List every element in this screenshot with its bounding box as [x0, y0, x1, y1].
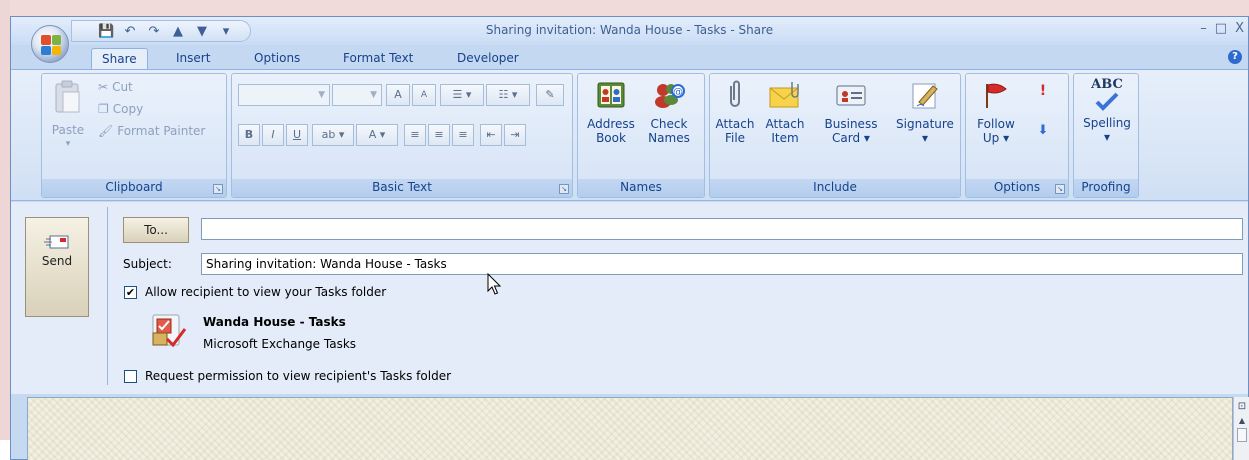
font-size-combo[interactable]: ▼ [332, 84, 382, 106]
group-clipboard: Paste ▾ ✂ Cut ❐ Copy 🖌 Format Painter Cl… [41, 73, 227, 198]
spelling-button[interactable]: ABC Spelling ▾ [1078, 78, 1136, 145]
copy-button[interactable]: ❐ Copy [98, 102, 143, 116]
ribbon: Paste ▾ ✂ Cut ❐ Copy 🖌 Format Painter Cl… [11, 69, 1248, 201]
allow-view-checkbox[interactable]: ✔ [124, 286, 137, 299]
bold-button[interactable]: B [238, 124, 260, 146]
request-permission-checkbox[interactable] [124, 370, 137, 383]
align-left-icon[interactable]: ≡ [404, 124, 426, 146]
group-label-include: Include [710, 179, 960, 197]
flag-icon [986, 83, 1007, 108]
highlight-button[interactable]: ab ▾ [312, 124, 354, 146]
align-center-icon[interactable]: ≡ [428, 124, 450, 146]
address-book-icon [597, 82, 625, 108]
request-permission-label: Request permission to view recipient's T… [145, 369, 452, 383]
font-name-combo[interactable]: ▼ [238, 84, 330, 106]
subject-field[interactable]: Sharing invitation: Wanda House - Tasks [201, 253, 1243, 275]
office-button[interactable] [31, 25, 69, 63]
paste-icon [55, 80, 80, 113]
outlook-share-window: 💾 ↶ ↷ ▲ ▼ ▾ Sharing invitation: Wanda Ho… [10, 16, 1249, 460]
tab-share[interactable]: Share [91, 48, 148, 69]
basic-text-dialog-launcher-icon[interactable]: ↘ [559, 184, 569, 194]
body-scrollbar[interactable]: ⊡ ▲ [1233, 397, 1249, 460]
envelope-icon [769, 82, 799, 108]
scissors-icon: ✂ [98, 80, 109, 94]
mouse-pointer-icon [487, 273, 502, 295]
paste-button[interactable]: Paste ▾ [48, 80, 88, 151]
ribbon-tabs: Share Insert Options Format Text Develop… [11, 45, 1248, 69]
header-separator [107, 207, 108, 385]
help-icon[interactable]: ? [1228, 50, 1242, 64]
send-button[interactable]: Send [25, 217, 89, 317]
tab-options[interactable]: Options [254, 48, 300, 69]
clipboard-dialog-launcher-icon[interactable]: ↘ [213, 184, 223, 194]
group-options: Follow Up ▾ ! ⬇ Options ↘ [965, 73, 1069, 198]
align-right-icon[interactable]: ≡ [452, 124, 474, 146]
shared-folder-type: Microsoft Exchange Tasks [203, 337, 357, 351]
cut-button[interactable]: ✂ Cut [98, 80, 133, 94]
font-color-button[interactable]: A ▾ [356, 124, 398, 146]
low-importance-icon[interactable]: ⬇ [1032, 124, 1054, 138]
check-names-icon: @ [655, 84, 685, 108]
group-label-clipboard: Clipboard [42, 179, 226, 197]
business-card-icon [836, 85, 866, 106]
group-label-options: Options [966, 179, 1068, 197]
minimize-button[interactable]: – [1200, 21, 1207, 36]
ruler-toggle-icon[interactable]: ⊡ [1234, 401, 1249, 412]
decrease-indent-icon[interactable]: ⇤ [480, 124, 502, 146]
paperclip-icon [730, 80, 740, 107]
close-button[interactable]: X [1235, 21, 1244, 36]
copy-icon: ❐ [98, 102, 109, 116]
signature-button[interactable]: Signature ▾ [892, 80, 958, 145]
subject-label: Subject: [123, 257, 172, 271]
tab-developer[interactable]: Developer [457, 48, 519, 69]
desktop-background-left [0, 0, 10, 440]
message-body[interactable] [27, 397, 1233, 460]
to-field[interactable] [201, 218, 1243, 240]
group-label-basic-text: Basic Text [232, 179, 572, 197]
bullets-button[interactable]: ☰ ▾ [440, 84, 484, 106]
shrink-font-button[interactable]: A [412, 84, 436, 106]
address-book-button[interactable]: Address Book [584, 80, 638, 145]
grow-font-button[interactable]: A [386, 84, 410, 106]
check-names-button[interactable]: @ Check Names [642, 80, 696, 145]
office-logo-icon [41, 35, 61, 55]
group-label-proofing: Proofing [1074, 179, 1138, 197]
allow-view-label: Allow recipient to view your Tasks folde… [145, 285, 387, 299]
group-proofing: ABC Spelling ▾ Proofing [1073, 73, 1139, 198]
brush-icon: 🖌 [98, 124, 114, 138]
group-names: Address Book @ Check Names Names [577, 73, 705, 198]
tab-format-text[interactable]: Format Text [343, 48, 413, 69]
scroll-up-icon[interactable]: ▲ [1234, 416, 1249, 425]
underline-button[interactable]: U [286, 124, 308, 146]
window-title: Sharing invitation: Wanda House - Tasks … [485, 23, 774, 37]
window-controls: – □ X [1200, 21, 1244, 36]
options-dialog-launcher-icon[interactable]: ↘ [1055, 184, 1065, 194]
attach-file-button[interactable]: Attach File [712, 80, 758, 145]
follow-up-button[interactable]: Follow Up ▾ [970, 80, 1022, 145]
shared-folder-name: Wanda House - Tasks [203, 315, 346, 329]
styles-icon[interactable]: ✎ [536, 84, 564, 106]
send-envelope-icon [44, 235, 69, 249]
signature-icon [912, 83, 938, 109]
spelling-check-icon: ABC [1087, 78, 1127, 112]
restore-button[interactable]: □ [1215, 21, 1227, 36]
scroll-thumb[interactable] [1237, 428, 1247, 442]
italic-button[interactable]: I [262, 124, 284, 146]
group-include: Attach File Attach Item Business Card ▾ … [709, 73, 961, 198]
increase-indent-icon[interactable]: ⇥ [504, 124, 526, 146]
tasks-folder-icon [152, 314, 187, 348]
title-bar: 💾 ↶ ↷ ▲ ▼ ▾ Sharing invitation: Wanda Ho… [11, 17, 1248, 45]
to-button[interactable]: To... [123, 217, 189, 243]
attach-item-button[interactable]: Attach Item [762, 80, 808, 145]
high-importance-icon[interactable]: ! [1032, 84, 1054, 98]
format-painter-button[interactable]: 🖌 Format Painter [98, 124, 205, 138]
group-basic-text: ▼ ▼ A A ☰ ▾ ☷ ▾ ✎ B I U ab ▾ A ▾ ≡ ≡ ≡ ⇤… [231, 73, 573, 198]
numbering-button[interactable]: ☷ ▾ [486, 84, 530, 106]
svg-text:@: @ [673, 87, 683, 98]
business-card-button[interactable]: Business Card ▾ [814, 80, 888, 145]
group-label-names: Names [578, 179, 704, 197]
tab-insert[interactable]: Insert [176, 48, 210, 69]
